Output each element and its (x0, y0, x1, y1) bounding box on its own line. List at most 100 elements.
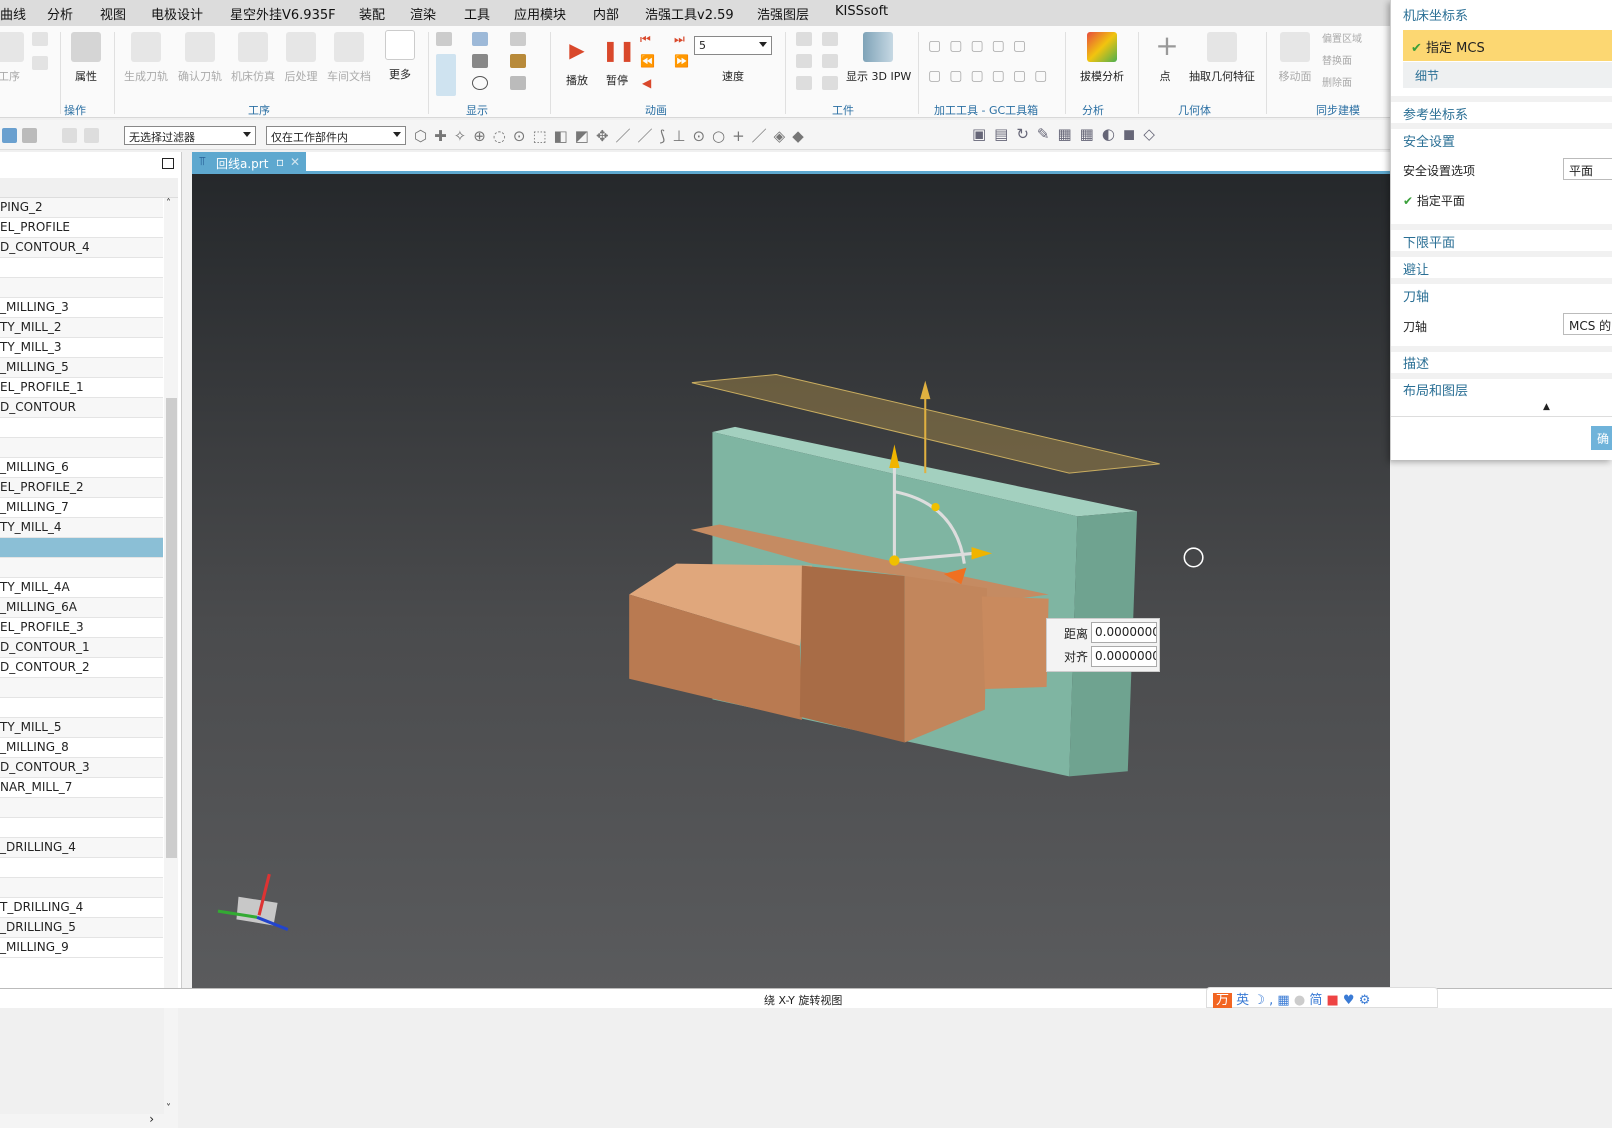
shop-doc-button[interactable]: 车间文档 (325, 32, 373, 84)
icon[interactable] (84, 128, 99, 143)
step-back-icon[interactable]: ⏮ (640, 32, 656, 46)
show-3d-ipw-button[interactable]: 显示 3D IPW (846, 32, 911, 84)
tree-row[interactable]: _MILLING_5 (0, 358, 163, 378)
workpiece-icon[interactable] (796, 32, 812, 46)
tree-row[interactable] (0, 438, 163, 458)
tree-row[interactable] (0, 858, 163, 878)
punctuation-icon[interactable]: , (1269, 993, 1273, 1008)
tab-part-file[interactable]: ⫪ 回线a.prt ▫ ✕ (192, 152, 306, 174)
menu-kisssoft[interactable]: KISSsoft (835, 4, 888, 19)
menu-haoqiang-tools[interactable]: 浩强工具v2.59 (645, 4, 734, 23)
tree-row[interactable]: D_CONTOUR_3 (0, 758, 163, 778)
close-tab-icon[interactable]: ✕ (290, 155, 300, 169)
maximize-icon[interactable] (162, 158, 174, 169)
menu-analysis[interactable]: 分析 (47, 4, 73, 23)
ime-english-toggle[interactable]: 英 (1236, 993, 1249, 1008)
tree-row[interactable] (0, 558, 163, 578)
offset-region-button[interactable]: 偏置区域 (1322, 30, 1362, 45)
section-tool-axis[interactable]: 刀轴 (1403, 286, 1429, 305)
tree-row[interactable] (0, 798, 163, 818)
user-icon[interactable]: ● (1294, 993, 1305, 1008)
selection-scope-select[interactable]: 仅在工作部件内 (266, 126, 406, 145)
circle-icon[interactable] (472, 76, 488, 90)
scroll-down-icon[interactable]: ˅ (166, 1103, 171, 1114)
menu-render[interactable]: 渲染 (410, 4, 436, 23)
tool-icon[interactable] (510, 54, 526, 68)
more-button[interactable]: 更多 (382, 30, 418, 82)
tool-axis-select[interactable]: MCS 的 (1563, 313, 1612, 335)
tree-row[interactable] (0, 538, 163, 558)
next-icon[interactable]: ⏩ (674, 54, 690, 68)
tree-row[interactable] (0, 278, 163, 298)
workpiece-icon[interactable] (796, 76, 812, 90)
tree-row[interactable]: TY_MILL_4 (0, 518, 163, 538)
view-icons[interactable]: ▣▤↻✎▦▦◐◼◇ (972, 125, 1163, 143)
tree-row[interactable]: TY_MILL_3 (0, 338, 163, 358)
create-operation-button[interactable]: 工序 (0, 32, 24, 84)
tree-row[interactable] (0, 878, 163, 898)
section-ref-csys[interactable]: 参考坐标系 (1403, 104, 1468, 123)
postprocess-button[interactable]: 后处理 (282, 32, 320, 84)
video-icon[interactable]: ■ (1326, 993, 1338, 1008)
tree-row[interactable]: D_CONTOUR_2 (0, 658, 163, 678)
tree-row[interactable]: TY_MILL_5 (0, 718, 163, 738)
tree-row[interactable]: _MILLING_3 (0, 298, 163, 318)
tree-row[interactable]: EL_PROFILE (0, 218, 163, 238)
tree-row[interactable]: _MILLING_7 (0, 498, 163, 518)
specify-mcs-row[interactable]: ✔ 指定 MCS (1403, 30, 1612, 61)
section-lower-plane[interactable]: 下限平面 (1403, 232, 1455, 251)
tree-row[interactable]: T_DRILLING_4 (0, 898, 163, 918)
snap-icons[interactable]: ⬡✚✧⊕◌⊙⬚◧◩✥／／⟆⊥⊙○+／◈◆ (414, 125, 811, 146)
menu-curve[interactable]: 曲线 (0, 4, 26, 23)
tree-row[interactable]: D_CONTOUR_4 (0, 238, 163, 258)
graphics-viewport[interactable] (192, 174, 1390, 988)
section-description[interactable]: 描述 (1403, 353, 1429, 372)
ime-simplified-toggle[interactable]: 简 (1309, 993, 1322, 1008)
back-icon[interactable]: ◀ (642, 76, 658, 90)
selection-filter-select[interactable]: 无选择过滤器 (124, 126, 256, 145)
workpiece-icon[interactable] (822, 76, 838, 90)
distance-input[interactable]: 0.0000000 (1091, 622, 1157, 643)
tree-row[interactable] (0, 418, 163, 438)
small-icon[interactable] (32, 32, 48, 46)
vertical-scrollbar[interactable]: ˄ ˅ (164, 198, 178, 1114)
menu-plugin[interactable]: 星空外挂V6.935F (230, 4, 336, 23)
display-icon[interactable] (510, 32, 526, 46)
tree-row[interactable] (0, 698, 163, 718)
tree-row[interactable]: NAR_MILL_7 (0, 778, 163, 798)
tree-row[interactable] (0, 678, 163, 698)
tree-row[interactable]: _MILLING_6A (0, 598, 163, 618)
workpiece-icon[interactable] (822, 32, 838, 46)
display-icon[interactable] (436, 32, 452, 46)
tree-row[interactable]: PING_2 (0, 198, 163, 218)
tree-row[interactable]: D_CONTOUR_1 (0, 638, 163, 658)
icon[interactable] (62, 128, 77, 143)
view-icon[interactable] (22, 128, 37, 143)
section-layout-layers[interactable]: 布局和图层 (1403, 380, 1468, 399)
workpiece-icon[interactable] (822, 54, 838, 68)
tree-row[interactable]: _MILLING_8 (0, 738, 163, 758)
menu-tools[interactable]: 工具 (464, 4, 490, 23)
delete-face-button[interactable]: 删除面 (1322, 74, 1352, 89)
section-safety[interactable]: 安全设置 (1403, 131, 1455, 150)
properties-button[interactable]: 属性 (70, 32, 102, 84)
horizontal-scrollbar[interactable]: › (0, 1112, 178, 1128)
menu-assembly[interactable]: 装配 (359, 4, 385, 23)
details-row[interactable]: 细节 (1403, 62, 1612, 88)
pause-button[interactable]: ❚❚ 暂停 (602, 36, 636, 88)
align-input[interactable]: 0.0000000 (1091, 646, 1157, 667)
specify-plane-row[interactable]: ✔ 指定平面 (1403, 192, 1465, 209)
tree-row[interactable]: _DRILLING_4 (0, 838, 163, 858)
tree-row[interactable]: _MILLING_9 (0, 938, 163, 958)
menu-app[interactable]: 应用模块 (514, 4, 566, 23)
move-face-button[interactable]: 移动面 (1276, 32, 1314, 84)
tree-row[interactable]: EL_PROFILE_3 (0, 618, 163, 638)
tree-row[interactable]: _DRILLING_5 (0, 918, 163, 938)
line-icon[interactable] (510, 76, 526, 90)
curve-icon[interactable] (472, 54, 488, 68)
tree-row[interactable]: EL_PROFILE_2 (0, 478, 163, 498)
play-button[interactable]: ▶ 播放 (562, 36, 592, 88)
workpiece-icon[interactable] (796, 54, 812, 68)
extract-geometry-button[interactable]: 抽取几何特征 (1186, 32, 1258, 84)
toggle-display-icon[interactable] (436, 54, 456, 96)
